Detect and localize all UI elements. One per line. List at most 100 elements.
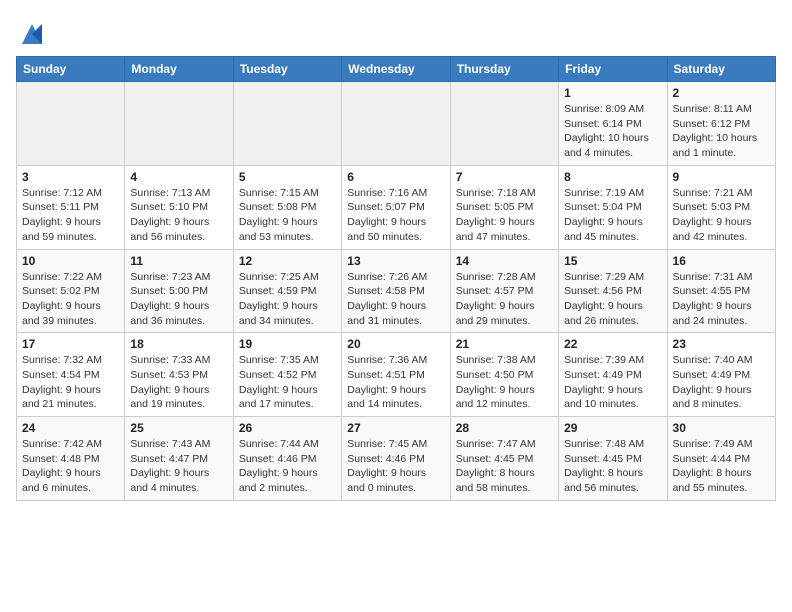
- logo: [16, 20, 46, 48]
- day-number: 28: [456, 421, 553, 435]
- day-number: 4: [130, 170, 227, 184]
- day-info: Sunrise: 8:11 AM Sunset: 6:12 PM Dayligh…: [673, 102, 770, 161]
- day-info: Sunrise: 7:45 AM Sunset: 4:46 PM Dayligh…: [347, 437, 444, 496]
- day-info: Sunrise: 7:35 AM Sunset: 4:52 PM Dayligh…: [239, 353, 336, 412]
- calendar-cell: [17, 82, 125, 166]
- calendar-cell: 9 Sunrise: 7:21 AM Sunset: 5:03 PM Daylig…: [667, 165, 775, 249]
- day-info: Sunrise: 7:19 AM Sunset: 5:04 PM Dayligh…: [564, 186, 661, 245]
- day-number: 24: [22, 421, 119, 435]
- day-info: Sunrise: 7:23 AM Sunset: 5:00 PM Dayligh…: [130, 270, 227, 329]
- calendar-cell: 20 Sunrise: 7:36 AM Sunset: 4:51 PM Dayli…: [342, 333, 450, 417]
- calendar-week-row: 1 Sunrise: 8:09 AM Sunset: 6:14 PM Daylig…: [17, 82, 776, 166]
- day-info: Sunrise: 7:29 AM Sunset: 4:56 PM Dayligh…: [564, 270, 661, 329]
- day-number: 11: [130, 254, 227, 268]
- day-number: 16: [673, 254, 770, 268]
- day-info: Sunrise: 7:31 AM Sunset: 4:55 PM Dayligh…: [673, 270, 770, 329]
- day-of-week-header: Sunday: [17, 57, 125, 82]
- day-number: 7: [456, 170, 553, 184]
- day-number: 20: [347, 337, 444, 351]
- day-number: 1: [564, 86, 661, 100]
- calendar-cell: [342, 82, 450, 166]
- calendar-cell: 24 Sunrise: 7:42 AM Sunset: 4:48 PM Dayli…: [17, 417, 125, 501]
- calendar-cell: 25 Sunrise: 7:43 AM Sunset: 4:47 PM Dayli…: [125, 417, 233, 501]
- calendar-cell: 7 Sunrise: 7:18 AM Sunset: 5:05 PM Daylig…: [450, 165, 558, 249]
- calendar-cell: 23 Sunrise: 7:40 AM Sunset: 4:49 PM Dayli…: [667, 333, 775, 417]
- day-info: Sunrise: 7:48 AM Sunset: 4:45 PM Dayligh…: [564, 437, 661, 496]
- day-info: Sunrise: 7:18 AM Sunset: 5:05 PM Dayligh…: [456, 186, 553, 245]
- calendar-week-row: 3 Sunrise: 7:12 AM Sunset: 5:11 PM Daylig…: [17, 165, 776, 249]
- calendar-cell: 13 Sunrise: 7:26 AM Sunset: 4:58 PM Dayli…: [342, 249, 450, 333]
- day-of-week-header: Tuesday: [233, 57, 341, 82]
- day-number: 12: [239, 254, 336, 268]
- day-info: Sunrise: 7:38 AM Sunset: 4:50 PM Dayligh…: [456, 353, 553, 412]
- calendar-cell: 11 Sunrise: 7:23 AM Sunset: 5:00 PM Dayli…: [125, 249, 233, 333]
- calendar-cell: 18 Sunrise: 7:33 AM Sunset: 4:53 PM Dayli…: [125, 333, 233, 417]
- day-info: Sunrise: 7:33 AM Sunset: 4:53 PM Dayligh…: [130, 353, 227, 412]
- calendar-cell: 21 Sunrise: 7:38 AM Sunset: 4:50 PM Dayli…: [450, 333, 558, 417]
- day-number: 27: [347, 421, 444, 435]
- day-number: 2: [673, 86, 770, 100]
- day-number: 15: [564, 254, 661, 268]
- day-info: Sunrise: 7:49 AM Sunset: 4:44 PM Dayligh…: [673, 437, 770, 496]
- day-info: Sunrise: 7:22 AM Sunset: 5:02 PM Dayligh…: [22, 270, 119, 329]
- calendar-cell: 17 Sunrise: 7:32 AM Sunset: 4:54 PM Dayli…: [17, 333, 125, 417]
- day-number: 17: [22, 337, 119, 351]
- day-info: Sunrise: 8:09 AM Sunset: 6:14 PM Dayligh…: [564, 102, 661, 161]
- day-of-week-header: Saturday: [667, 57, 775, 82]
- calendar-cell: 12Sunrise: 7:25 AM Sunset: 4:59 PM Dayli…: [233, 249, 341, 333]
- day-of-week-header: Friday: [559, 57, 667, 82]
- day-number: 14: [456, 254, 553, 268]
- calendar-cell: 26 Sunrise: 7:44 AM Sunset: 4:46 PM Dayli…: [233, 417, 341, 501]
- calendar-cell: 30Sunrise: 7:49 AM Sunset: 4:44 PM Dayli…: [667, 417, 775, 501]
- day-info: Sunrise: 7:26 AM Sunset: 4:58 PM Dayligh…: [347, 270, 444, 329]
- day-info: Sunrise: 7:47 AM Sunset: 4:45 PM Dayligh…: [456, 437, 553, 496]
- day-of-week-header: Monday: [125, 57, 233, 82]
- day-number: 13: [347, 254, 444, 268]
- calendar-cell: 5 Sunrise: 7:15 AM Sunset: 5:08 PM Daylig…: [233, 165, 341, 249]
- day-info: Sunrise: 7:12 AM Sunset: 5:11 PM Dayligh…: [22, 186, 119, 245]
- calendar-cell: 8 Sunrise: 7:19 AM Sunset: 5:04 PM Daylig…: [559, 165, 667, 249]
- calendar-cell: 28 Sunrise: 7:47 AM Sunset: 4:45 PM Dayli…: [450, 417, 558, 501]
- day-info: Sunrise: 7:40 AM Sunset: 4:49 PM Dayligh…: [673, 353, 770, 412]
- day-info: Sunrise: 7:16 AM Sunset: 5:07 PM Dayligh…: [347, 186, 444, 245]
- calendar-cell: 19Sunrise: 7:35 AM Sunset: 4:52 PM Dayli…: [233, 333, 341, 417]
- day-info: Sunrise: 7:15 AM Sunset: 5:08 PM Dayligh…: [239, 186, 336, 245]
- day-info: Sunrise: 7:39 AM Sunset: 4:49 PM Dayligh…: [564, 353, 661, 412]
- calendar-week-row: 17 Sunrise: 7:32 AM Sunset: 4:54 PM Dayli…: [17, 333, 776, 417]
- day-number: 6: [347, 170, 444, 184]
- calendar-cell: [125, 82, 233, 166]
- day-info: Sunrise: 7:43 AM Sunset: 4:47 PM Dayligh…: [130, 437, 227, 496]
- day-info: Sunrise: 7:21 AM Sunset: 5:03 PM Dayligh…: [673, 186, 770, 245]
- calendar-cell: [450, 82, 558, 166]
- day-number: 26: [239, 421, 336, 435]
- day-number: 10: [22, 254, 119, 268]
- calendar-header-row: SundayMondayTuesdayWednesdayThursdayFrid…: [17, 57, 776, 82]
- calendar-week-row: 24 Sunrise: 7:42 AM Sunset: 4:48 PM Dayli…: [17, 417, 776, 501]
- day-of-week-header: Thursday: [450, 57, 558, 82]
- calendar-cell: 4 Sunrise: 7:13 AM Sunset: 5:10 PM Daylig…: [125, 165, 233, 249]
- day-number: 23: [673, 337, 770, 351]
- day-number: 25: [130, 421, 227, 435]
- day-number: 3: [22, 170, 119, 184]
- day-of-week-header: Wednesday: [342, 57, 450, 82]
- calendar-cell: [233, 82, 341, 166]
- day-number: 5: [239, 170, 336, 184]
- day-number: 21: [456, 337, 553, 351]
- calendar-cell: 14 Sunrise: 7:28 AM Sunset: 4:57 PM Dayli…: [450, 249, 558, 333]
- day-info: Sunrise: 7:44 AM Sunset: 4:46 PM Dayligh…: [239, 437, 336, 496]
- calendar-cell: 10 Sunrise: 7:22 AM Sunset: 5:02 PM Dayli…: [17, 249, 125, 333]
- day-info: Sunrise: 7:42 AM Sunset: 4:48 PM Dayligh…: [22, 437, 119, 496]
- day-number: 8: [564, 170, 661, 184]
- logo-icon: [18, 20, 46, 48]
- day-info: Sunrise: 7:28 AM Sunset: 4:57 PM Dayligh…: [456, 270, 553, 329]
- day-info: Sunrise: 7:32 AM Sunset: 4:54 PM Dayligh…: [22, 353, 119, 412]
- day-number: 18: [130, 337, 227, 351]
- day-info: Sunrise: 7:13 AM Sunset: 5:10 PM Dayligh…: [130, 186, 227, 245]
- day-number: 22: [564, 337, 661, 351]
- calendar-cell: 1 Sunrise: 8:09 AM Sunset: 6:14 PM Daylig…: [559, 82, 667, 166]
- day-info: Sunrise: 7:36 AM Sunset: 4:51 PM Dayligh…: [347, 353, 444, 412]
- calendar-cell: 22 Sunrise: 7:39 AM Sunset: 4:49 PM Dayli…: [559, 333, 667, 417]
- page-header: [16, 16, 776, 48]
- day-number: 9: [673, 170, 770, 184]
- day-number: 29: [564, 421, 661, 435]
